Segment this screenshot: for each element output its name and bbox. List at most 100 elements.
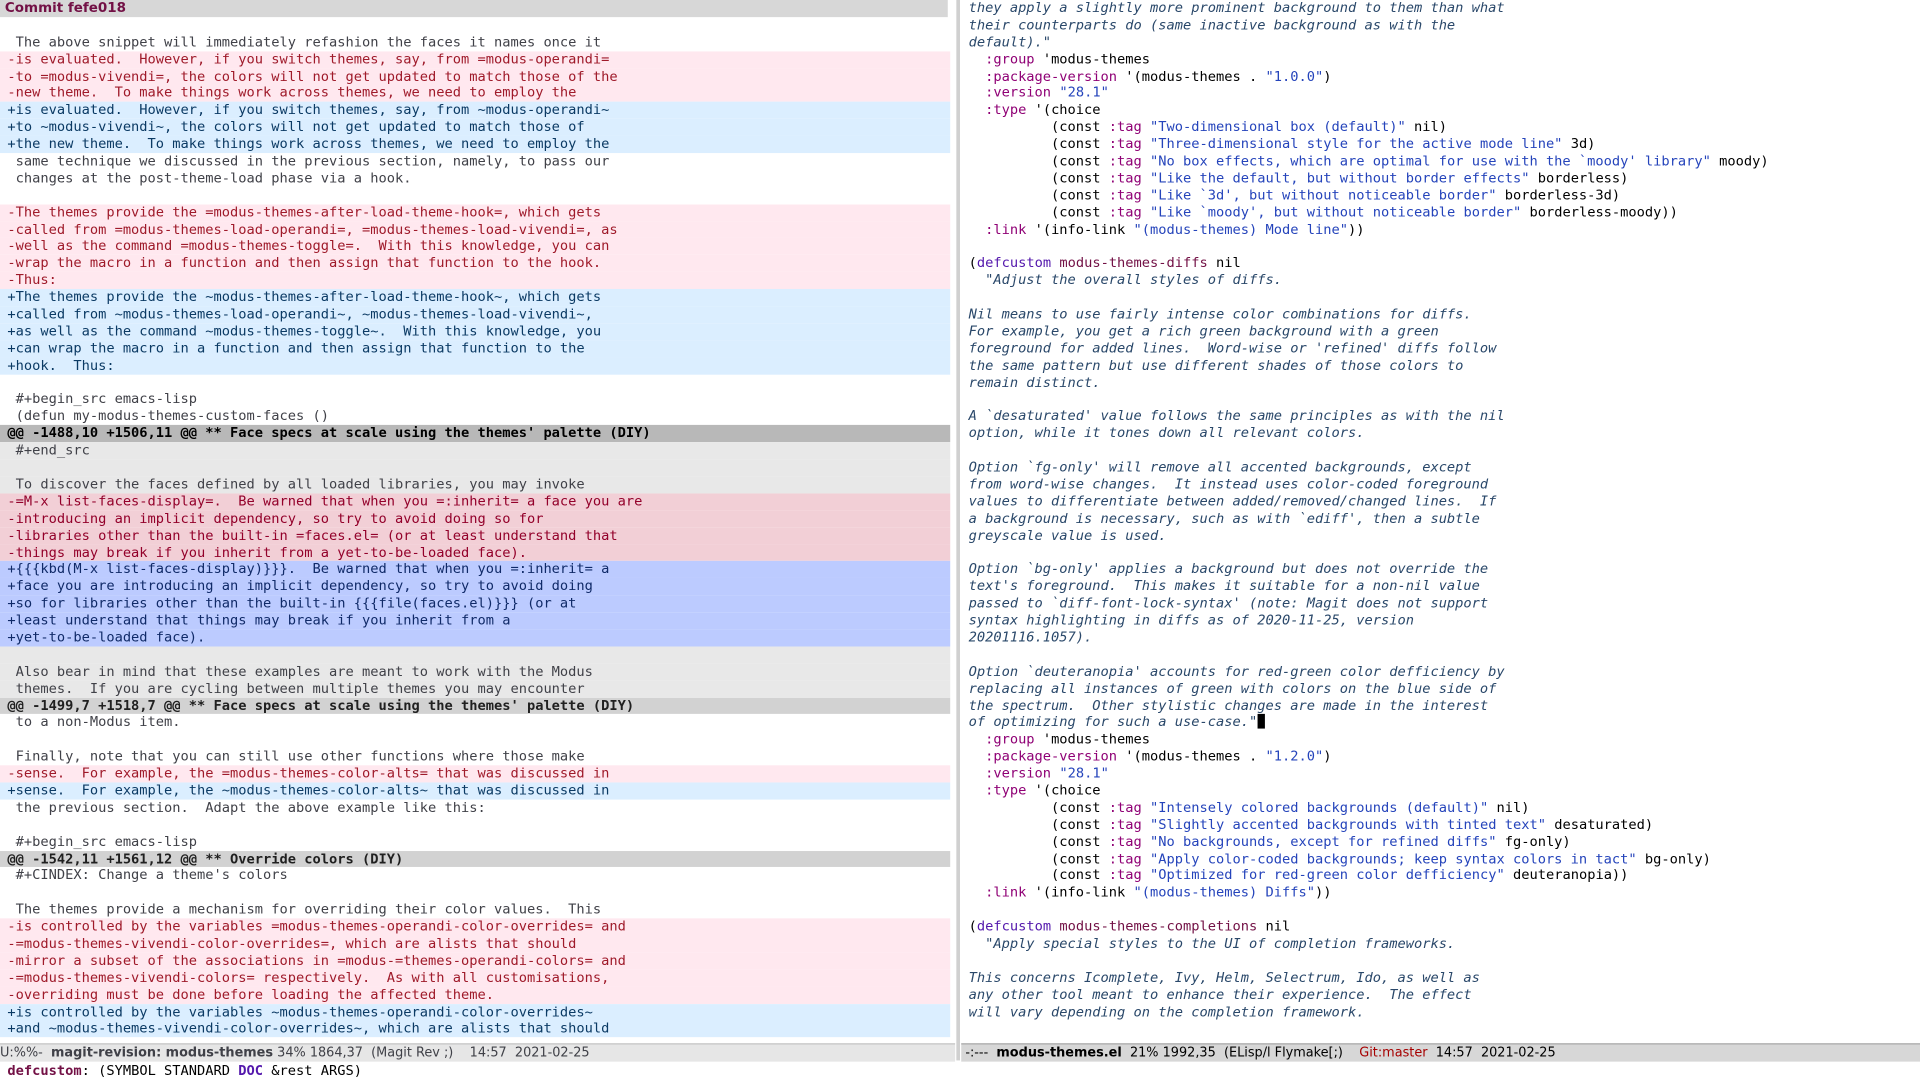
choice-const-line: (const :tag "Three-dimensional style for… [961, 136, 1920, 153]
diff-removed-line: -=modus-themes-vivendi-colors= respectiv… [0, 969, 951, 987]
docstring-text: from word-wise changes. It instead uses … [968, 476, 1489, 493]
docstring-text: they apply a slightly more prominent bac… [968, 0, 1505, 16]
docstring-line: text's foreground. This makes it suitabl… [961, 578, 1920, 595]
choice-const-line: (const :tag "No backgrounds, except for … [961, 833, 1920, 850]
diff-context-line: To discover the faces defined by all loa… [0, 476, 951, 494]
lisp-defcustom: defcustom [976, 255, 1052, 272]
lisp-paren: ( [968, 255, 977, 272]
docstring-text: will vary depending on the completion fr… [968, 1003, 1365, 1020]
modeline-buffer-name: modus-themes.el [996, 1045, 1122, 1061]
modeline-left[interactable]: U:%%- magit-revision: modus-themes 34% 1… [0, 1043, 956, 1062]
lisp-const: (const [968, 136, 1109, 152]
choice-const-line: (const :tag "Optimized for red-green col… [961, 867, 1920, 884]
lisp-tail: nil [1207, 255, 1241, 272]
diff-added-line: +face you are introducing an implicit de… [0, 578, 951, 596]
docstring-line [961, 646, 1920, 663]
keyword-line: :package-version '(modus-themes . "1.0.0… [961, 68, 1920, 85]
defcustom-line: (defcustom modus-themes-completions nil [961, 918, 1920, 935]
lisp-string: "28.1" [1059, 85, 1109, 101]
modeline-git-branch[interactable]: Git:master [1359, 1046, 1427, 1061]
docstring-line [961, 442, 1920, 459]
eldoc-doc-arg: DOC [238, 1062, 264, 1079]
diff-added-line: +so for libraries other than the built-i… [0, 595, 951, 613]
lisp-const: (const [968, 867, 1109, 884]
docstring-line: the spectrum. Other stylistic changes ar… [961, 697, 1920, 714]
diff-removed-line: -libraries other than the built-in =face… [0, 527, 951, 545]
lisp-value: '(choice [1026, 102, 1101, 118]
docstring-text: any other tool meant to enhance their ex… [968, 986, 1472, 1003]
diff-context-line [0, 816, 950, 833]
diff-context-line [0, 374, 950, 391]
diff-added-line: +and ~modus-themes-vivendi-color-overrid… [0, 1020, 951, 1038]
defcustom-line: (defcustom modus-themes-diffs nil [961, 255, 1920, 272]
lisp-keyword: :tag [1108, 867, 1142, 884]
lisp-tail: moody) [1710, 153, 1769, 170]
lisp-keyword: :tag [1108, 187, 1142, 204]
lisp-tail: fg-only) [1496, 833, 1571, 850]
lisp-keyword: :tag [1108, 799, 1142, 816]
diff-added-line: +as well as the command ~modus-themes-to… [0, 323, 951, 341]
modeline-right[interactable]: -:--- modus-themes.el 21% 1992,35 (ELisp… [961, 1043, 1920, 1062]
lisp-string: "1.2.0" [1265, 748, 1324, 765]
docstring-text: default)." [968, 34, 1052, 50]
docstring-line [961, 289, 1920, 306]
lisp-tail: borderless-3d) [1496, 187, 1621, 204]
lisp-paren: ( [968, 918, 977, 935]
lisp-keyword: :type [968, 782, 1027, 799]
lisp-const: (const [968, 119, 1109, 135]
docstring-text: Option `bg-only' applies a background bu… [968, 561, 1489, 578]
diff-removed-line: -=M-x list-faces-display=. Be warned tha… [0, 493, 951, 511]
diff-hunk-header[interactable]: @@ -1542,11 +1561,12 @@ ** Override colo… [0, 850, 951, 868]
lisp-keyword: :package-version [968, 68, 1118, 84]
docstring-text: greyscale value is used. [968, 527, 1167, 544]
lisp-const: (const [968, 816, 1109, 833]
lisp-string: "Optimized for red-green color defficien… [1141, 867, 1505, 884]
diff-added-line: +to ~modus-vivendi~, the colors will not… [0, 119, 951, 137]
lisp-keyword: :version [968, 85, 1052, 101]
lisp-tail: )) [1314, 884, 1332, 901]
modeline-buffer-name: magit-revision: modus-themes [51, 1045, 274, 1061]
docstring-text: foreground for added lines. Word-wise or… [968, 340, 1497, 357]
lisp-keyword: :type [968, 102, 1027, 118]
docstring-line: syntax highlighting in diffs as of 2020-… [961, 612, 1920, 629]
docstring-line: Option `bg-only' applies a background bu… [961, 561, 1920, 578]
docstring-line: from word-wise changes. It instead uses … [961, 476, 1920, 493]
commit-title: Commit fefe018 [0, 0, 948, 18]
lisp-tail: nil) [1488, 799, 1530, 816]
keyword-line: :version "28.1" [961, 765, 1920, 782]
docstring-text: 20201116.1057). [968, 629, 1093, 646]
docstring-line: Option `fg-only' will remove all accente… [961, 459, 1920, 476]
source-window[interactable]: they apply a slightly more prominent bac… [961, 0, 1920, 1043]
lisp-string: "Apply color-coded backgrounds; keep syn… [1141, 850, 1637, 867]
lisp-string: "Three-dimensional style for the active … [1141, 136, 1563, 152]
docstring-line: passed to `diff-font-lock-syntax' (note:… [961, 595, 1920, 612]
docstring-text: remain distinct. [968, 374, 1101, 391]
docstring-line: "Adjust the overall styles of diffs. [961, 272, 1920, 289]
keyword-line: :group 'modus-themes [961, 51, 1920, 68]
docstring-line: Nil means to use fairly intense color co… [961, 306, 1920, 323]
lisp-keyword: :tag [1108, 119, 1142, 135]
window-divider[interactable] [956, 0, 961, 1061]
diff-removed-line: -=modus-themes-vivendi-color-overrides=,… [0, 935, 951, 953]
diff-context-line: #+begin_src emacs-lisp [7, 391, 198, 408]
diff-context-line: Also bear in mind that these examples ar… [0, 663, 951, 681]
lisp-string: "(modus-themes) Mode line" [1133, 221, 1348, 238]
docstring-text: Option `deuteranopia' accounts for red-g… [968, 663, 1505, 680]
lisp-keyword: :group [968, 51, 1035, 67]
diff-added-line: +can wrap the macro in a function and th… [0, 340, 951, 358]
magit-revision-window[interactable]: Commit fefe018 The above snippet will im… [0, 0, 955, 1043]
diff-context-line: to a non-Modus item. [7, 714, 181, 731]
diff-added-line: +yet-to-be-loaded face). [0, 629, 951, 647]
diff-context-line [0, 459, 951, 477]
diff-context-line: The themes provide a mechanism for overr… [7, 901, 602, 918]
lisp-string: "28.1" [1059, 765, 1109, 782]
diff-hunk-header[interactable]: @@ -1488,10 +1506,11 @@ ** Face specs at… [0, 425, 951, 443]
docstring-line [961, 391, 1920, 408]
lisp-keyword: :group [968, 731, 1035, 748]
docstring-text: values to differentiate between added/re… [968, 493, 1497, 510]
modeline-state: -:--- [961, 1045, 997, 1061]
diff-removed-line: -new theme. To make things work across t… [0, 85, 951, 103]
diff-hunk-header[interactable]: @@ -1499,7 +1518,7 @@ ** Face specs at s… [0, 697, 951, 715]
docstring-line: they apply a slightly more prominent bac… [961, 0, 1920, 17]
eldoc-function: defcustom [7, 1062, 82, 1079]
